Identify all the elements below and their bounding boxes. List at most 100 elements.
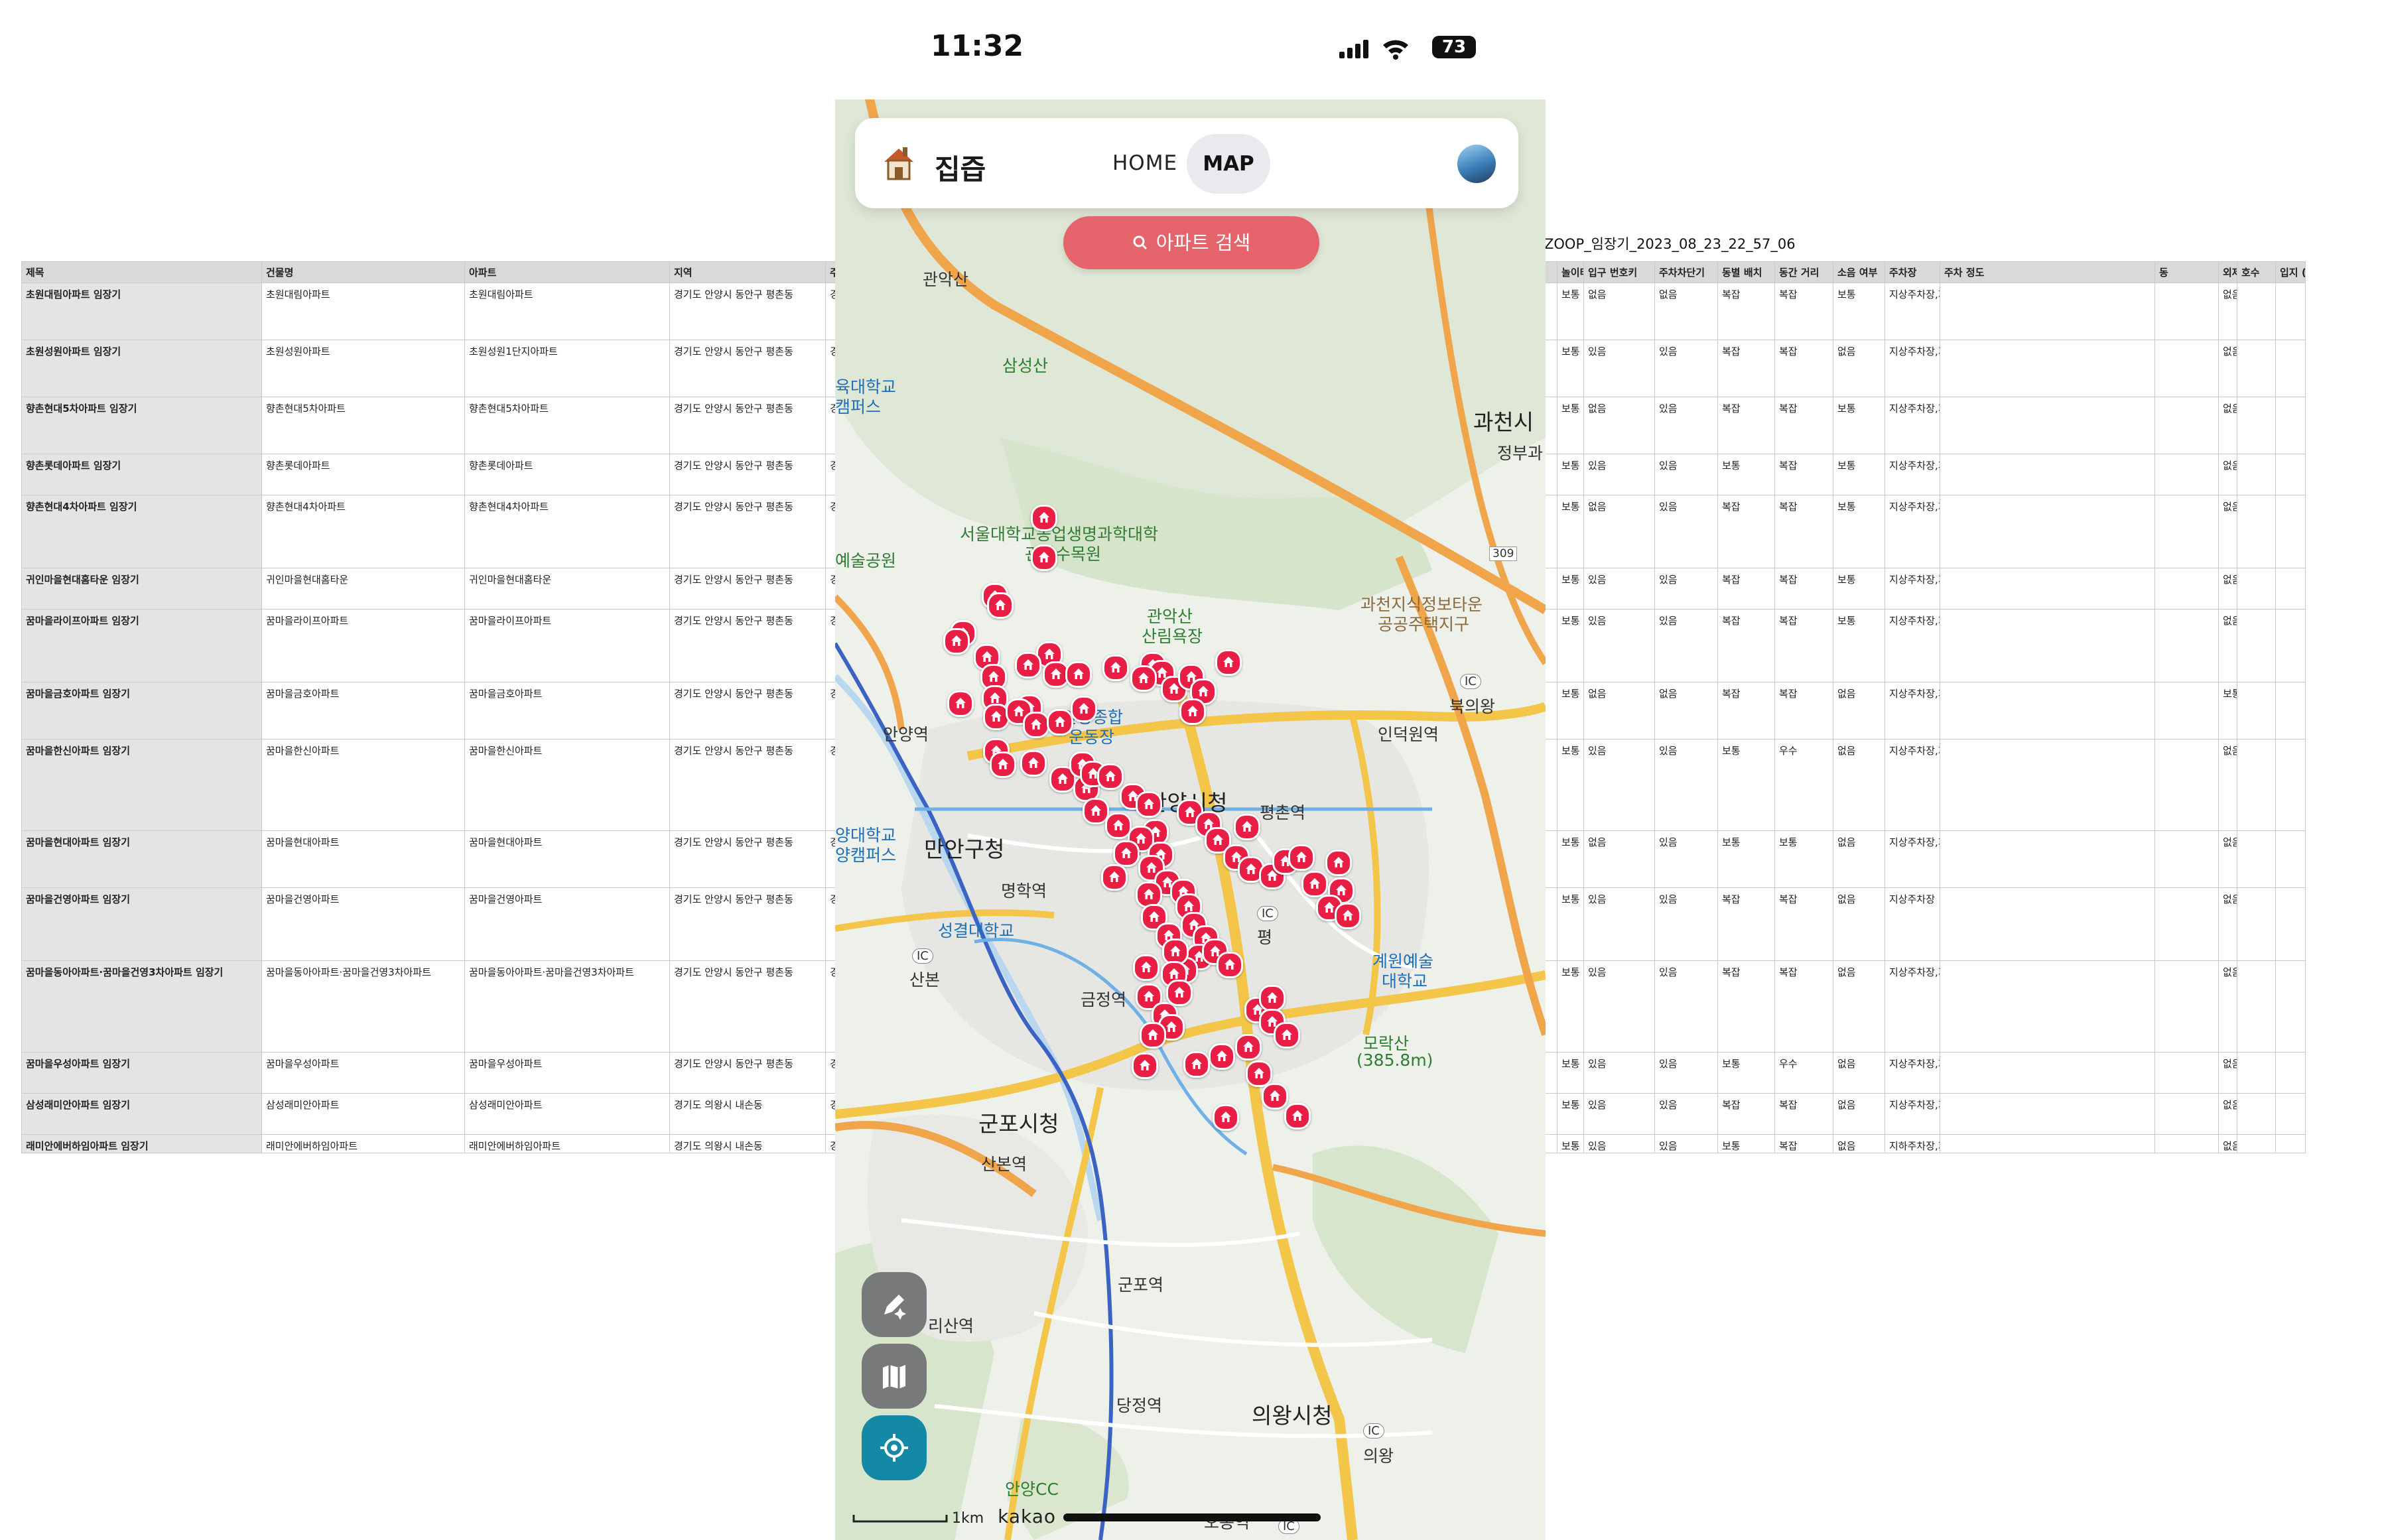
- table-cell[interactable]: 복잡: [1774, 887, 1833, 961]
- apartment-pin[interactable]: [990, 751, 1016, 778]
- table-cell[interactable]: [2237, 495, 2276, 568]
- apartment-pin[interactable]: [1166, 980, 1193, 1006]
- table-cell[interactable]: [2275, 495, 2306, 568]
- table-cell[interactable]: 꿈마을한신아파트 임장기: [21, 739, 262, 831]
- table-cell[interactable]: [1940, 609, 2155, 682]
- table-cell[interactable]: 경기도 안양시 동안구 평촌동: [669, 495, 826, 568]
- table-cell[interactable]: [2154, 283, 2219, 340]
- table-cell[interactable]: [2275, 1093, 2306, 1135]
- table-cell[interactable]: [2237, 1093, 2276, 1135]
- table-cell[interactable]: [2275, 283, 2306, 340]
- apartment-pin[interactable]: [1071, 696, 1097, 722]
- table-cell[interactable]: 초원성원아파트: [261, 340, 465, 397]
- table-cell[interactable]: 초원대림아파트: [464, 283, 670, 340]
- table-cell[interactable]: [2154, 454, 2219, 495]
- apartment-pin[interactable]: [1335, 903, 1361, 929]
- column-header[interactable]: 건물명: [261, 261, 465, 283]
- apartment-pin[interactable]: [1133, 954, 1159, 981]
- table-cell[interactable]: 꿈마을우성아파트 임장기: [21, 1052, 262, 1094]
- apartment-pin[interactable]: [1209, 1043, 1235, 1070]
- column-header[interactable]: 외제차: [2218, 261, 2237, 283]
- table-cell[interactable]: [1940, 495, 2155, 568]
- table-cell[interactable]: 래미안에버하임아파트: [261, 1134, 465, 1153]
- apartment-pin[interactable]: [1262, 1083, 1288, 1110]
- table-cell[interactable]: [2154, 340, 2219, 397]
- table-cell[interactable]: 복잡: [1717, 568, 1775, 610]
- apartment-pin[interactable]: [1130, 665, 1157, 692]
- table-cell[interactable]: 지상주차장,지하주차장: [1885, 830, 1940, 888]
- table-cell[interactable]: 있음: [1583, 1052, 1655, 1094]
- table-cell[interactable]: 향촌현대4차아파트: [464, 495, 670, 568]
- table-cell[interactable]: 보통: [1557, 830, 1584, 888]
- table-cell[interactable]: 없음: [1583, 397, 1655, 454]
- map-list-button[interactable]: [862, 1344, 927, 1409]
- apartment-pin[interactable]: [1023, 712, 1049, 738]
- table-cell[interactable]: 우수: [1774, 1052, 1833, 1094]
- table-cell[interactable]: 없음: [1833, 1134, 1885, 1153]
- table-cell[interactable]: 없음: [2218, 887, 2237, 961]
- table-cell[interactable]: 복잡: [1717, 495, 1775, 568]
- table-cell[interactable]: 보통: [1557, 454, 1584, 495]
- table-cell[interactable]: 경기도 안양시 동안구 평촌동: [669, 397, 826, 454]
- table-cell[interactable]: [2275, 887, 2306, 961]
- table-cell[interactable]: 우수: [1774, 739, 1833, 831]
- apartment-pin[interactable]: [1288, 844, 1315, 871]
- table-cell[interactable]: 귀인마을현대홈타운: [464, 568, 670, 610]
- table-cell[interactable]: 지상주차장,지하주차장: [1885, 397, 1940, 454]
- table-cell[interactable]: 꿈마을한신아파트: [464, 739, 670, 831]
- table-cell[interactable]: 보통: [1557, 568, 1584, 610]
- table-cell[interactable]: 경기도 의왕시 내손동: [669, 1134, 826, 1153]
- table-cell[interactable]: 보통: [1557, 609, 1584, 682]
- table-cell[interactable]: 있음: [1654, 1134, 1718, 1153]
- table-cell[interactable]: 꿈마을한신아파트: [261, 739, 465, 831]
- table-cell[interactable]: 지상주차장,지하주차장: [1885, 682, 1940, 739]
- table-cell[interactable]: 없음: [1833, 682, 1885, 739]
- table-cell[interactable]: 삼성래미안아파트 임장기: [21, 1093, 262, 1135]
- table-cell[interactable]: 없음: [1833, 1093, 1885, 1135]
- table-cell[interactable]: [2275, 739, 2306, 831]
- table-cell[interactable]: 복잡: [1717, 609, 1775, 682]
- table-cell[interactable]: [2275, 340, 2306, 397]
- table-cell[interactable]: 있음: [1583, 340, 1655, 397]
- table-cell[interactable]: 복잡: [1774, 609, 1833, 682]
- apartment-pin[interactable]: [1020, 750, 1047, 777]
- table-cell[interactable]: 없음: [1583, 283, 1655, 340]
- table-cell[interactable]: 지상주차장,지하주차장: [1885, 568, 1940, 610]
- table-cell[interactable]: [2237, 568, 2276, 610]
- apartment-pin[interactable]: [947, 690, 974, 717]
- table-cell[interactable]: [2237, 960, 2276, 1053]
- table-cell[interactable]: [2154, 1093, 2219, 1135]
- table-cell[interactable]: 있음: [1654, 397, 1718, 454]
- apartment-pin[interactable]: [1031, 545, 1057, 571]
- table-cell[interactable]: 없음: [1833, 830, 1885, 888]
- table-cell[interactable]: 없음: [2218, 568, 2237, 610]
- table-cell[interactable]: [2275, 682, 2306, 739]
- table-cell[interactable]: [2275, 609, 2306, 682]
- table-cell[interactable]: 없음: [1833, 960, 1885, 1053]
- table-cell[interactable]: 복잡: [1774, 1134, 1833, 1153]
- table-cell[interactable]: 있음: [1583, 960, 1655, 1053]
- column-header[interactable]: 입구 번호키: [1583, 261, 1655, 283]
- table-cell[interactable]: 향촌현대4차아파트: [261, 495, 465, 568]
- table-cell[interactable]: [2237, 739, 2276, 831]
- avatar[interactable]: [1457, 145, 1496, 183]
- table-cell[interactable]: 래미안에버하임아파트 임장기: [21, 1134, 262, 1153]
- table-cell[interactable]: [2275, 397, 2306, 454]
- table-cell[interactable]: 없음: [1833, 887, 1885, 961]
- table-cell[interactable]: 지상주차장,지하주차장: [1885, 340, 1940, 397]
- apartment-pin[interactable]: [1246, 1060, 1272, 1087]
- table-cell[interactable]: 경기도 안양시 동안구 평촌동: [669, 568, 826, 610]
- table-cell[interactable]: 보통: [1557, 495, 1584, 568]
- table-cell[interactable]: 초원성원아파트 임장기: [21, 340, 262, 397]
- table-cell[interactable]: 꿈마을우성아파트: [464, 1052, 670, 1094]
- apartment-pin[interactable]: [987, 592, 1014, 619]
- table-cell[interactable]: 복잡: [1717, 1093, 1775, 1135]
- table-cell[interactable]: 경기도 안양시 동안구 평촌동: [669, 283, 826, 340]
- table-cell[interactable]: [2275, 1134, 2306, 1153]
- table-cell[interactable]: 있음: [1654, 830, 1718, 888]
- table-cell[interactable]: 경기도 안양시 동안구 평촌동: [669, 887, 826, 961]
- table-cell[interactable]: 경기도 안양시 동안구 평촌동: [669, 340, 826, 397]
- column-header[interactable]: 제목: [21, 261, 262, 283]
- table-cell[interactable]: [2154, 609, 2219, 682]
- table-cell[interactable]: 없음: [2218, 609, 2237, 682]
